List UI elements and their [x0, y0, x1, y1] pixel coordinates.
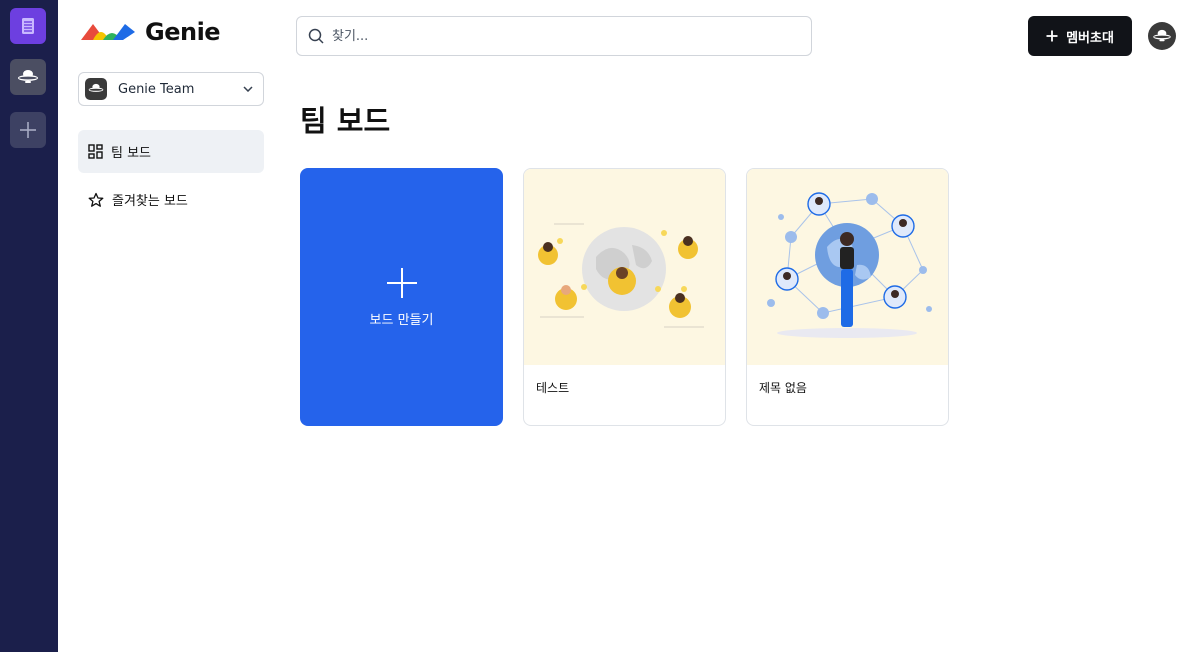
- user-avatar[interactable]: [1148, 22, 1176, 50]
- board-card[interactable]: 제목 없음: [746, 168, 949, 426]
- app-rail: [0, 0, 58, 652]
- network-globe-illustration: [767, 192, 932, 338]
- grid-icon: [88, 144, 103, 159]
- board-title: 테스트: [536, 381, 570, 395]
- invite-label: 멤버초대: [1066, 30, 1114, 46]
- team-workspace-button[interactable]: [10, 59, 46, 95]
- search-icon: [308, 28, 324, 44]
- star-icon: [88, 192, 104, 207]
- nav-item-favorite-boards[interactable]: 즐겨찾는 보드: [78, 178, 264, 221]
- create-board-card[interactable]: 보드 만들기: [300, 168, 503, 426]
- ufo-icon: [1153, 29, 1171, 42]
- team-avatar: [85, 78, 107, 100]
- ufo-icon: [88, 83, 104, 92]
- plus-icon: [386, 267, 417, 298]
- ufo-icon: [18, 70, 38, 83]
- add-workspace-button[interactable]: [10, 112, 46, 148]
- chevron-down-icon: [243, 86, 253, 92]
- team-selector[interactable]: Genie Team: [78, 72, 264, 106]
- search-bar: [296, 16, 812, 56]
- board-title: 제목 없음: [759, 381, 807, 395]
- nav-label: 팀 보드: [111, 146, 152, 161]
- nav-item-team-boards[interactable]: 팀 보드: [78, 130, 264, 173]
- logo-text: Genie: [145, 18, 221, 46]
- team-name: Genie Team: [118, 81, 195, 97]
- document-icon: [22, 18, 34, 34]
- page-title: 팀 보드: [300, 104, 391, 138]
- search-input[interactable]: [332, 28, 792, 44]
- plus-icon: [1046, 30, 1058, 42]
- genie-logo-icon: [81, 24, 135, 40]
- board-thumbnail: [747, 169, 948, 365]
- board-card[interactable]: 테스트: [523, 168, 726, 426]
- nav-label: 즐겨찾는 보드: [112, 194, 188, 209]
- plus-icon: [20, 122, 36, 138]
- invite-member-button[interactable]: 멤버초대: [1028, 16, 1132, 56]
- board-thumbnail: [524, 169, 725, 365]
- create-board-label: 보드 만들기: [369, 312, 434, 328]
- sidebar: Genie Genie Team 팀 보드 즐겨찾는 보드: [58, 0, 280, 652]
- app-logo[interactable]: Genie: [79, 18, 221, 46]
- people-globe-illustration: [538, 223, 704, 328]
- document-app-button[interactable]: [10, 8, 46, 44]
